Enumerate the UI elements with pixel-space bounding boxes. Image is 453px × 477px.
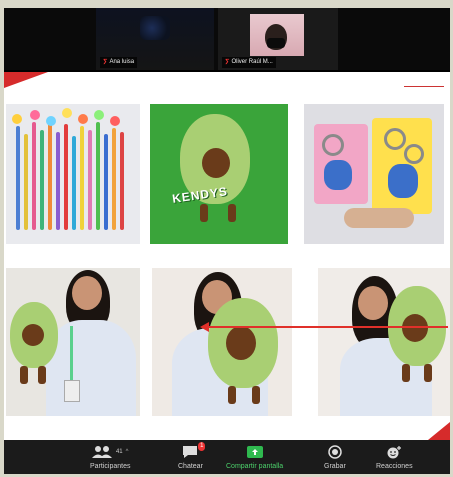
face (72, 276, 102, 310)
keyring (404, 144, 424, 164)
smiley-icon (387, 446, 402, 459)
photo-avocado-plush: KENDYS (150, 104, 288, 244)
share-screen-icon (246, 446, 263, 458)
plush-leg (228, 386, 236, 404)
keyring (384, 128, 406, 150)
reactions-button[interactable]: Reacciones (376, 442, 413, 470)
plush-leg (228, 204, 236, 222)
shirt (46, 320, 136, 416)
slide-corner-decoration (4, 72, 48, 88)
reactions-label: Reacciones (376, 463, 413, 470)
annotation-arrow (208, 326, 448, 328)
participant-name-tag: ⵢ Oliver Raúl M... (222, 57, 276, 68)
minion-charm (324, 160, 352, 190)
hand (344, 208, 414, 228)
pen-topper (46, 116, 56, 126)
muted-mic-icon: ⵢ (225, 59, 230, 66)
participant-name-tag: ⵢ Ana luisa (100, 57, 138, 68)
participant-tile-oliver[interactable]: ⵢ Oliver Raúl M... (218, 8, 338, 70)
pen (72, 136, 76, 230)
participant-name: Oliver Raúl M... (231, 59, 273, 65)
chevron-up-icon[interactable]: ^ (126, 449, 129, 455)
avocado-pit (22, 324, 44, 346)
chat-unread-badge: 1 (198, 442, 206, 451)
face-mask (267, 38, 285, 48)
video-feed (140, 16, 170, 40)
pen (16, 126, 20, 230)
pen (88, 130, 92, 230)
share-screen-label: Compartir pantalla (226, 463, 284, 470)
pen-topper (12, 114, 22, 124)
participant-name: Ana luisa (109, 59, 135, 65)
shared-screen-slide: KENDYS (4, 72, 450, 440)
photo-keychains (304, 104, 444, 244)
photo-woman-with-plush (152, 268, 292, 416)
pen (56, 132, 60, 230)
pen-topper (94, 110, 104, 120)
pen-topper (110, 116, 120, 126)
chat-button[interactable]: 1 Chatear (178, 442, 206, 470)
pen (32, 122, 36, 230)
record-icon (328, 445, 342, 459)
chat-icon (183, 446, 198, 458)
pen-topper (78, 114, 88, 124)
participant-tile-ana[interactable]: ⵢ Ana luisa (96, 8, 214, 70)
photo-woman-with-plush (318, 268, 450, 416)
pen (64, 124, 68, 230)
participants-count: 41 (115, 449, 123, 455)
pen-topper (30, 110, 40, 120)
muted-mic-icon: ⵢ (103, 59, 108, 66)
plush-leg (252, 386, 260, 404)
meeting-toolbar: 41 ^ Participantes 1 Chatear Compartir p (4, 440, 450, 474)
keyring (322, 134, 344, 156)
meeting-window: ⵢ Ana luisa ⵢ Oliver Raúl M... KENDYS 41… (4, 8, 450, 474)
minion-charm (388, 164, 418, 198)
pen (104, 134, 108, 230)
plush-leg (38, 366, 46, 384)
pen (120, 132, 124, 230)
record-label: Grabar (324, 463, 346, 470)
plush-leg (20, 366, 28, 384)
record-button[interactable]: Grabar (324, 442, 346, 470)
pen (96, 122, 100, 230)
plush-leg (402, 364, 410, 382)
avocado-pit (202, 148, 230, 178)
plush-leg (424, 364, 432, 382)
id-badge (64, 380, 80, 402)
pen (80, 126, 84, 230)
pen (40, 130, 44, 230)
avocado-pit (226, 326, 256, 360)
face (358, 286, 388, 320)
pen-topper (62, 108, 72, 118)
arrow-head-icon (200, 322, 209, 332)
slide-divider (404, 86, 444, 87)
slide-corner-decoration (428, 422, 450, 440)
avocado-pit (402, 314, 428, 342)
photo-woman-with-plush (6, 268, 140, 416)
photo-pens (6, 104, 140, 244)
participant-video-strip: ⵢ Ana luisa ⵢ Oliver Raúl M... (4, 8, 450, 70)
plush-leg (200, 204, 208, 222)
participants-label: Participantes (90, 463, 131, 470)
pen (48, 120, 52, 230)
chat-label: Chatear (178, 463, 203, 470)
participants-button[interactable]: 41 ^ Participantes (90, 442, 130, 470)
share-screen-button[interactable]: Compartir pantalla (226, 442, 283, 470)
lanyard (70, 326, 73, 386)
pen (24, 134, 28, 230)
participants-icon (91, 446, 112, 458)
pen (112, 128, 116, 230)
